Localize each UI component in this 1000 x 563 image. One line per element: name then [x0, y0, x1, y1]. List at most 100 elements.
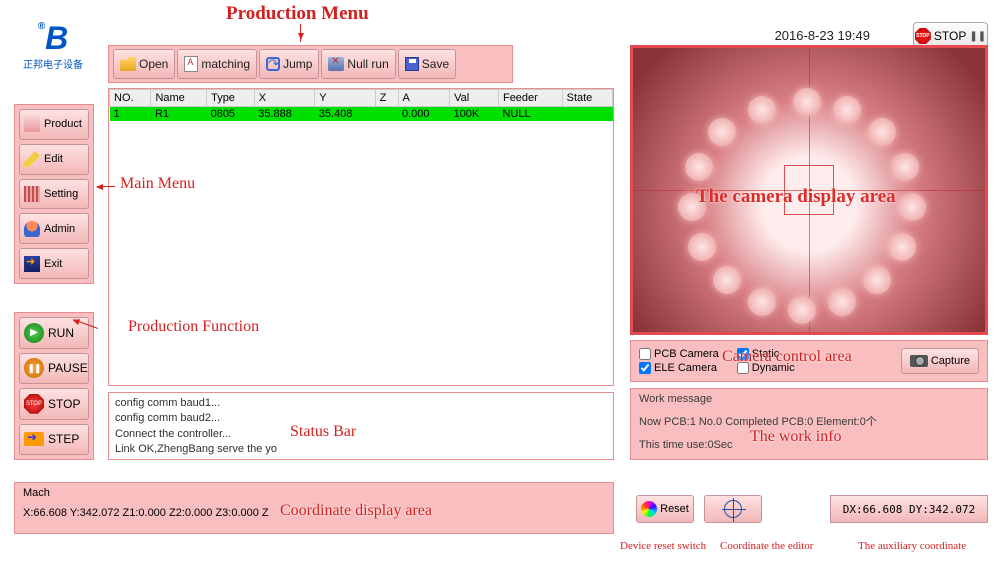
document-icon	[184, 56, 198, 72]
pause-icon	[24, 358, 44, 378]
run-label: RUN	[48, 326, 74, 340]
step-label: STEP	[48, 432, 79, 446]
status-line: Connect the controller...	[115, 427, 607, 442]
save-button[interactable]: Save	[398, 49, 456, 79]
reset-icon	[641, 501, 657, 517]
matching-button[interactable]: matching	[177, 49, 257, 79]
mach-title: Mach	[23, 487, 605, 499]
coordinate-editor-button[interactable]	[704, 495, 762, 523]
setting-icon	[24, 186, 40, 202]
save-icon	[405, 57, 419, 71]
component-table[interactable]: NO. Name Type X Y Z A Val Feeder State 1…	[108, 88, 614, 386]
status-line: Link OK,ZhengBang serve the yo	[115, 442, 607, 457]
stop-label: STOP	[48, 397, 80, 411]
col-feeder[interactable]: Feeder	[498, 90, 562, 107]
matching-label: matching	[201, 57, 250, 71]
col-type[interactable]: Type	[207, 90, 255, 107]
anno-prod-menu: Production Menu	[226, 3, 369, 25]
jump-button[interactable]: Jump	[259, 49, 319, 79]
cell-y: 35.408	[315, 107, 375, 122]
admin-label: Admin	[44, 223, 75, 235]
run-button[interactable]: ▶RUN	[19, 317, 89, 349]
table-row[interactable]: 1 R1 0805 35.888 35.408 0.000 100K NULL	[110, 107, 613, 122]
pcb-camera-checkbox[interactable]: PCB Camera	[639, 348, 719, 360]
save-label: Save	[422, 57, 449, 71]
dynamic-checkbox[interactable]: Dynamic	[737, 362, 795, 374]
camera-control-panel: PCB Camera ELE Camera Static Dynamic Cap…	[630, 340, 988, 382]
col-val[interactable]: Val	[450, 90, 499, 107]
arrow-icon	[300, 24, 301, 42]
ele-camera-label: ELE Camera	[654, 362, 717, 374]
col-state[interactable]: State	[562, 90, 612, 107]
camera-display[interactable]	[630, 45, 988, 335]
bottom-controls: Reset	[636, 495, 762, 523]
col-no[interactable]: NO.	[110, 90, 151, 107]
product-icon	[24, 116, 40, 132]
open-label: Open	[139, 57, 168, 71]
cell-z	[375, 107, 398, 122]
col-y[interactable]: Y	[315, 90, 375, 107]
cell-a: 0.000	[398, 107, 450, 122]
exit-label: Exit	[44, 258, 62, 270]
mach-coords: X:66.608 Y:342.072 Z1:0.000 Z2:0.000 Z3:…	[23, 507, 605, 519]
capture-label: Capture	[931, 355, 970, 367]
stop-icon: STOP	[915, 28, 931, 44]
stop-button[interactable]: STOP STOP	[19, 388, 89, 420]
status-line: config comm baud1...	[115, 396, 607, 411]
open-button[interactable]: Open	[113, 49, 175, 79]
cell-name: R1	[151, 107, 207, 122]
pause-button[interactable]: PAUSE	[19, 353, 89, 385]
stop-label: STOP	[934, 29, 966, 43]
product-tab[interactable]: Product	[19, 109, 89, 140]
work-title: Work message	[639, 393, 979, 405]
static-checkbox[interactable]: Static	[737, 348, 795, 360]
null-run-icon	[328, 57, 344, 71]
folder-icon	[120, 57, 136, 71]
col-z[interactable]: Z	[375, 90, 398, 107]
col-x[interactable]: X	[254, 90, 314, 107]
target-box	[784, 165, 834, 215]
capture-button[interactable]: Capture	[901, 348, 979, 374]
logo-subtitle: 正邦电子设备	[23, 56, 83, 71]
admin-icon	[24, 221, 40, 237]
work-line: Now PCB:1 No.0 Completed PCB:0 Element:0…	[639, 413, 979, 429]
edit-tab[interactable]: Edit	[19, 144, 89, 175]
timestamp: 2016-8-23 19:49	[775, 28, 870, 43]
pcb-camera-label: PCB Camera	[654, 348, 719, 360]
work-message-panel: Work message Now PCB:1 No.0 Completed PC…	[630, 388, 988, 460]
jump-label: Jump	[283, 57, 312, 71]
product-label: Product	[44, 118, 82, 130]
admin-tab[interactable]: Admin	[19, 213, 89, 244]
step-button[interactable]: STEP	[19, 424, 89, 456]
cell-type: 0805	[207, 107, 255, 122]
main-menu: Product Edit Setting Admin Exit	[14, 104, 94, 284]
anno-coord-edit: Coordinate the editor	[720, 540, 813, 552]
setting-label: Setting	[44, 188, 78, 200]
exit-button[interactable]: Exit	[19, 248, 89, 279]
cell-x: 35.888	[254, 107, 314, 122]
logo-icon: B	[38, 22, 68, 54]
cell-no: 1	[110, 107, 151, 122]
reset-button[interactable]: Reset	[636, 495, 694, 523]
cell-feeder: NULL	[498, 107, 562, 122]
status-line: config comm baud2...	[115, 411, 607, 426]
jump-icon	[266, 57, 280, 71]
step-icon	[24, 432, 44, 446]
logo: B 正邦电子设备	[18, 22, 88, 77]
setting-tab[interactable]: Setting	[19, 179, 89, 210]
static-label: Static	[752, 348, 780, 360]
col-a[interactable]: A	[398, 90, 450, 107]
auxiliary-coordinate: DX:66.608 DY:342.072	[830, 495, 988, 523]
camera-icon	[910, 355, 928, 367]
run-control-panel: ▶RUN PAUSE STOP STOP STEP	[14, 312, 94, 460]
col-name[interactable]: Name	[151, 90, 207, 107]
work-line: This time use:0Sec	[639, 439, 979, 451]
coordinate-display: Mach X:66.608 Y:342.072 Z1:0.000 Z2:0.00…	[14, 482, 614, 534]
reset-label: Reset	[660, 503, 689, 515]
pause-glyph: ❚❚	[969, 31, 986, 42]
target-icon	[724, 500, 742, 518]
null-run-button[interactable]: Null run	[321, 49, 395, 79]
edit-icon	[24, 151, 40, 167]
ele-camera-checkbox[interactable]: ELE Camera	[639, 362, 719, 374]
stop-icon: STOP	[24, 394, 44, 414]
